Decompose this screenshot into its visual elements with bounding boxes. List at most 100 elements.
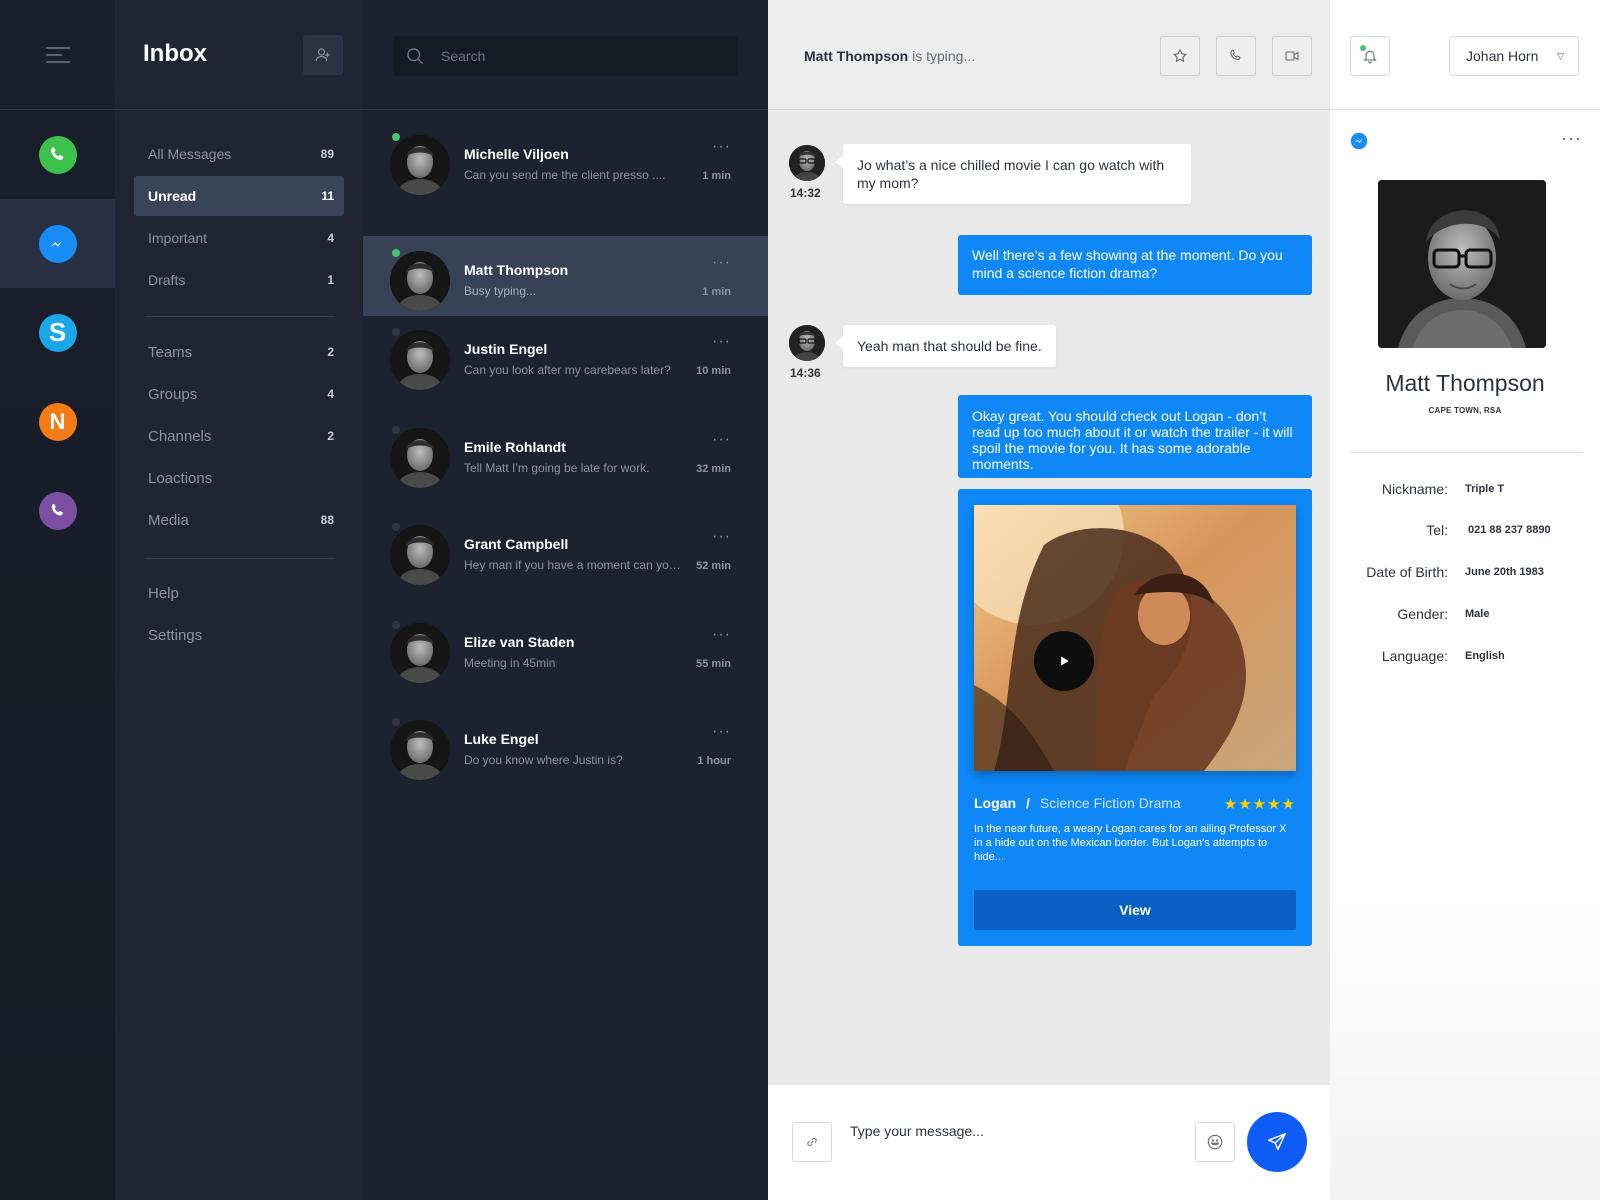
typing-indicator: Matt Thompson is typing... — [804, 48, 975, 64]
conversation-preview: Can you send me the client presso .... — [464, 168, 666, 182]
help-link[interactable]: Help — [134, 573, 344, 613]
typing-name: Matt Thompson — [804, 48, 909, 64]
footer-folder-list: Help Settings — [134, 573, 344, 657]
outgoing-message: Well there’s a few showing at the moment… — [958, 235, 1312, 295]
favorite-button[interactable] — [1160, 36, 1200, 76]
folder-label: Media — [148, 511, 189, 529]
video-call-button[interactable] — [1272, 36, 1312, 76]
more-options-icon[interactable]: ··· — [712, 723, 731, 741]
detail-nickname: Nickname: Triple T — [1330, 481, 1600, 501]
more-options-icon[interactable]: ··· — [712, 431, 731, 449]
avatar — [390, 251, 450, 311]
app-skype[interactable]: S — [0, 288, 115, 377]
folder-label: Unread — [148, 188, 197, 204]
conversation-preview: Hey man if you have a moment can you ... — [464, 558, 684, 572]
folder-groups[interactable]: Groups 4 — [134, 374, 344, 414]
conversation-preview: Do you know where Justin is? — [464, 753, 623, 767]
messenger-icon — [1350, 132, 1368, 155]
play-button[interactable] — [1034, 631, 1094, 691]
movie-card: Logan / Science Fiction Drama ★★★★★ In the… — [958, 489, 1312, 946]
conversation-item[interactable]: Michelle Viljoen Can you send me the clie… — [363, 120, 768, 200]
folder-all-messages[interactable]: All Messages 89 — [134, 134, 344, 174]
help-label: Help — [148, 584, 179, 602]
call-button[interactable] — [1216, 36, 1256, 76]
detail-value: 021 88 237 8890 — [1468, 524, 1551, 536]
view-button[interactable]: View — [974, 890, 1296, 930]
app-n[interactable]: N — [0, 377, 115, 466]
notification-dot — [1360, 45, 1366, 51]
folder-label: All Messages — [148, 146, 232, 162]
status-dot — [390, 716, 402, 728]
chevron-down-icon: ▽ — [1557, 51, 1564, 61]
add-contact-button[interactable] — [303, 35, 343, 75]
folder-locations[interactable]: Loactions — [134, 458, 344, 498]
folder-count: 2 — [327, 345, 334, 359]
folder-important[interactable]: Important 4 — [134, 218, 344, 258]
detail-dob: Date of Birth: June 20th 1983 — [1330, 564, 1600, 584]
profile-photo — [1378, 180, 1546, 348]
more-options-icon[interactable]: ··· — [712, 254, 731, 272]
settings-link[interactable]: Settings — [134, 615, 344, 655]
user-dropdown[interactable]: Johan Horn ▽ — [1449, 36, 1579, 76]
attach-link-button[interactable] — [792, 1122, 832, 1162]
search-input[interactable] — [441, 48, 721, 64]
title-separator: / — [1026, 795, 1030, 811]
viber-icon — [38, 491, 77, 530]
more-options-icon[interactable]: ··· — [712, 333, 731, 351]
n-app-icon: N — [38, 402, 77, 441]
avatar — [390, 427, 450, 488]
avatar — [390, 330, 450, 390]
status-dot — [390, 131, 402, 143]
settings-label: Settings — [148, 626, 203, 644]
status-dot — [390, 247, 402, 259]
conversation-item[interactable]: Matt Thompson Busy typing... ··· 1 min — [363, 236, 768, 316]
more-options-icon[interactable]: ··· — [712, 138, 731, 156]
send-button[interactable] — [1247, 1112, 1307, 1172]
app-whatsapp[interactable] — [0, 110, 115, 199]
rail-header — [0, 0, 115, 110]
notifications-button[interactable] — [1350, 36, 1390, 76]
folder-channels[interactable]: Channels 2 — [134, 416, 344, 456]
search-icon — [407, 48, 423, 64]
folders-panel: Inbox All Messages 89 Unread 11 Important 4… — [115, 0, 363, 1200]
conversation-item[interactable]: Justin Engel Can you look after my carebe… — [363, 315, 768, 395]
profile-location: CAPE TOWN, RSA — [1428, 406, 1502, 415]
app-rail: S N — [0, 0, 115, 1200]
folder-drafts[interactable]: Drafts 1 — [134, 260, 344, 300]
conversation-item[interactable]: Grant Campbell Hey man if you have a mome… — [363, 510, 768, 590]
profile-name: Matt Thompson — [1385, 370, 1545, 396]
hamburger-icon[interactable] — [45, 46, 70, 63]
detail-value: Triple T — [1465, 483, 1505, 495]
conversation-name: Grant Campbell — [464, 536, 569, 552]
folder-teams[interactable]: Teams 2 — [134, 332, 344, 372]
sender-avatar — [789, 325, 825, 361]
app-viber[interactable] — [0, 466, 115, 555]
folder-count: 1 — [327, 273, 334, 287]
outgoing-message: Okay great. You should check out Logan -… — [958, 395, 1312, 478]
add-contact-icon — [315, 48, 330, 62]
conversation-time: 1 min — [702, 286, 731, 298]
skype-icon: S — [38, 313, 77, 352]
more-options-icon[interactable]: ··· — [1561, 128, 1582, 149]
message-input[interactable] — [850, 1119, 1150, 1143]
message-time: 14:32 — [790, 186, 821, 200]
secondary-folder-list: Teams 2 Groups 4 Channels 2 Loactions Media… — [134, 332, 344, 542]
emoji-button[interactable] — [1195, 1122, 1235, 1162]
more-options-icon[interactable]: ··· — [712, 626, 731, 644]
conversation-item[interactable]: Emile Rohlandt Tell Matt I’m going be lat… — [363, 413, 768, 493]
status-dot — [390, 326, 402, 338]
detail-value: June 20th 1983 — [1465, 566, 1544, 578]
conversation-item[interactable]: Luke Engel Do you know where Justin is? ··… — [363, 705, 768, 785]
user-name: Johan Horn — [1466, 48, 1539, 64]
conversation-time: 55 min — [696, 657, 731, 670]
folder-unread[interactable]: Unread 11 — [134, 176, 344, 216]
app-messenger[interactable] — [0, 199, 115, 288]
folder-media[interactable]: Media 88 — [134, 500, 344, 540]
more-options-icon[interactable]: ··· — [712, 528, 731, 546]
conversation-item[interactable]: Elize van Staden Meeting in 45min ··· 55 mi… — [363, 608, 768, 688]
folder-divider — [145, 558, 335, 559]
detail-value: Male — [1465, 608, 1490, 620]
detail-language: Language: English — [1330, 648, 1600, 668]
chat-header: Matt Thompson is typing... — [768, 0, 1330, 110]
detail-gender: Gender: Male — [1330, 606, 1600, 626]
